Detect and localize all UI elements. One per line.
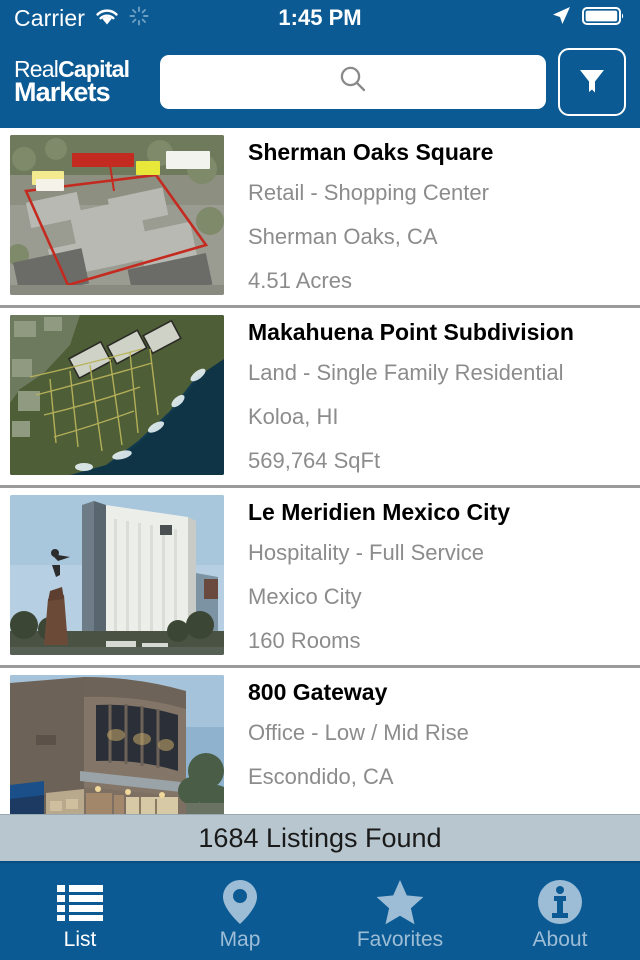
search-input[interactable] — [160, 55, 546, 109]
status-bar: Carrier 1:45 PM — [0, 0, 640, 36]
listing-title: 800 Gateway — [248, 679, 388, 705]
listing-title: Sherman Oaks Square — [248, 139, 494, 165]
aerial-photo-shopping-center — [10, 135, 224, 295]
logo-word-markets: Markets — [14, 77, 111, 108]
status-left-group: Carrier — [14, 6, 149, 31]
tab-bar: List Map Favorites About — [0, 861, 640, 960]
listing-location: Escondido, CA — [248, 764, 394, 789]
table-row[interactable]: Le Meridien Mexico City Hospitality - Fu… — [0, 488, 640, 668]
search-icon — [337, 63, 369, 101]
listing-type: Land - Single Family Residential — [248, 360, 564, 385]
listing-title: Makahuena Point Subdivision — [248, 319, 574, 345]
table-row[interactable]: Sherman Oaks Square Retail - Shopping Ce… — [0, 128, 640, 308]
listing-details: Le Meridien Mexico City Hospitality - Fu… — [224, 495, 640, 652]
photo-office-building-dusk — [10, 675, 224, 814]
app-header: RealCapital Markets — [0, 36, 640, 128]
table-row[interactable]: Makahuena Point Subdivision Land - Singl… — [0, 308, 640, 488]
status-right-group — [550, 5, 626, 32]
tab-favorites[interactable]: Favorites — [320, 863, 480, 960]
listing-location: Sherman Oaks, CA — [248, 224, 438, 249]
activity-spinner-icon — [129, 6, 149, 31]
listing-size: 4.51 Acres — [248, 268, 352, 293]
tab-label: Map — [219, 928, 261, 951]
tab-map[interactable]: Map — [160, 863, 320, 960]
star-icon — [376, 879, 424, 925]
app-logo: RealCapital Markets — [14, 58, 148, 108]
carrier-label: Carrier — [14, 4, 85, 31]
tab-label: List — [63, 928, 97, 951]
filter-button[interactable] — [558, 48, 626, 116]
wifi-icon — [94, 6, 120, 31]
info-circle-icon — [537, 879, 583, 925]
listing-location: Koloa, HI — [248, 404, 339, 429]
listings-list[interactable]: Sherman Oaks Square Retail - Shopping Ce… — [0, 128, 640, 814]
location-arrow-icon — [550, 5, 572, 32]
listing-thumbnail — [10, 675, 224, 814]
tab-list[interactable]: List — [0, 863, 160, 960]
tab-about[interactable]: About — [480, 863, 640, 960]
listing-location: Mexico City — [248, 584, 362, 609]
listing-size: 569,764 SqFt — [248, 448, 381, 473]
listing-title: Le Meridien Mexico City — [248, 499, 511, 525]
listing-details: 800 Gateway Office - Low / Mid Rise Esco… — [224, 675, 640, 788]
photo-glass-hotel-tower — [10, 495, 224, 655]
battery-icon — [582, 5, 626, 32]
listing-size: 160 Rooms — [248, 628, 361, 653]
table-row[interactable]: 800 Gateway Office - Low / Mid Rise Esco… — [0, 668, 640, 814]
listing-type: Office - Low / Mid Rise — [248, 720, 469, 745]
tab-label: Favorites — [356, 928, 444, 951]
tab-label: About — [532, 928, 588, 951]
listing-thumbnail — [10, 135, 224, 295]
listing-details: Sherman Oaks Square Retail - Shopping Ce… — [224, 135, 640, 292]
listing-type: Hospitality - Full Service — [248, 540, 484, 565]
app-root: Carrier 1:45 PM RealCapital Markets Sher… — [0, 0, 640, 960]
satellite-photo-coastal-land — [10, 315, 224, 475]
listing-thumbnail — [10, 495, 224, 655]
list-icon — [56, 879, 104, 925]
filter-funnel-icon — [575, 63, 609, 102]
listing-thumbnail — [10, 315, 224, 475]
listings-count-bar: 1684 Listings Found — [0, 814, 640, 861]
listing-type: Retail - Shopping Center — [248, 180, 489, 205]
listing-details: Makahuena Point Subdivision Land - Singl… — [224, 315, 640, 472]
map-pin-icon — [222, 879, 258, 925]
